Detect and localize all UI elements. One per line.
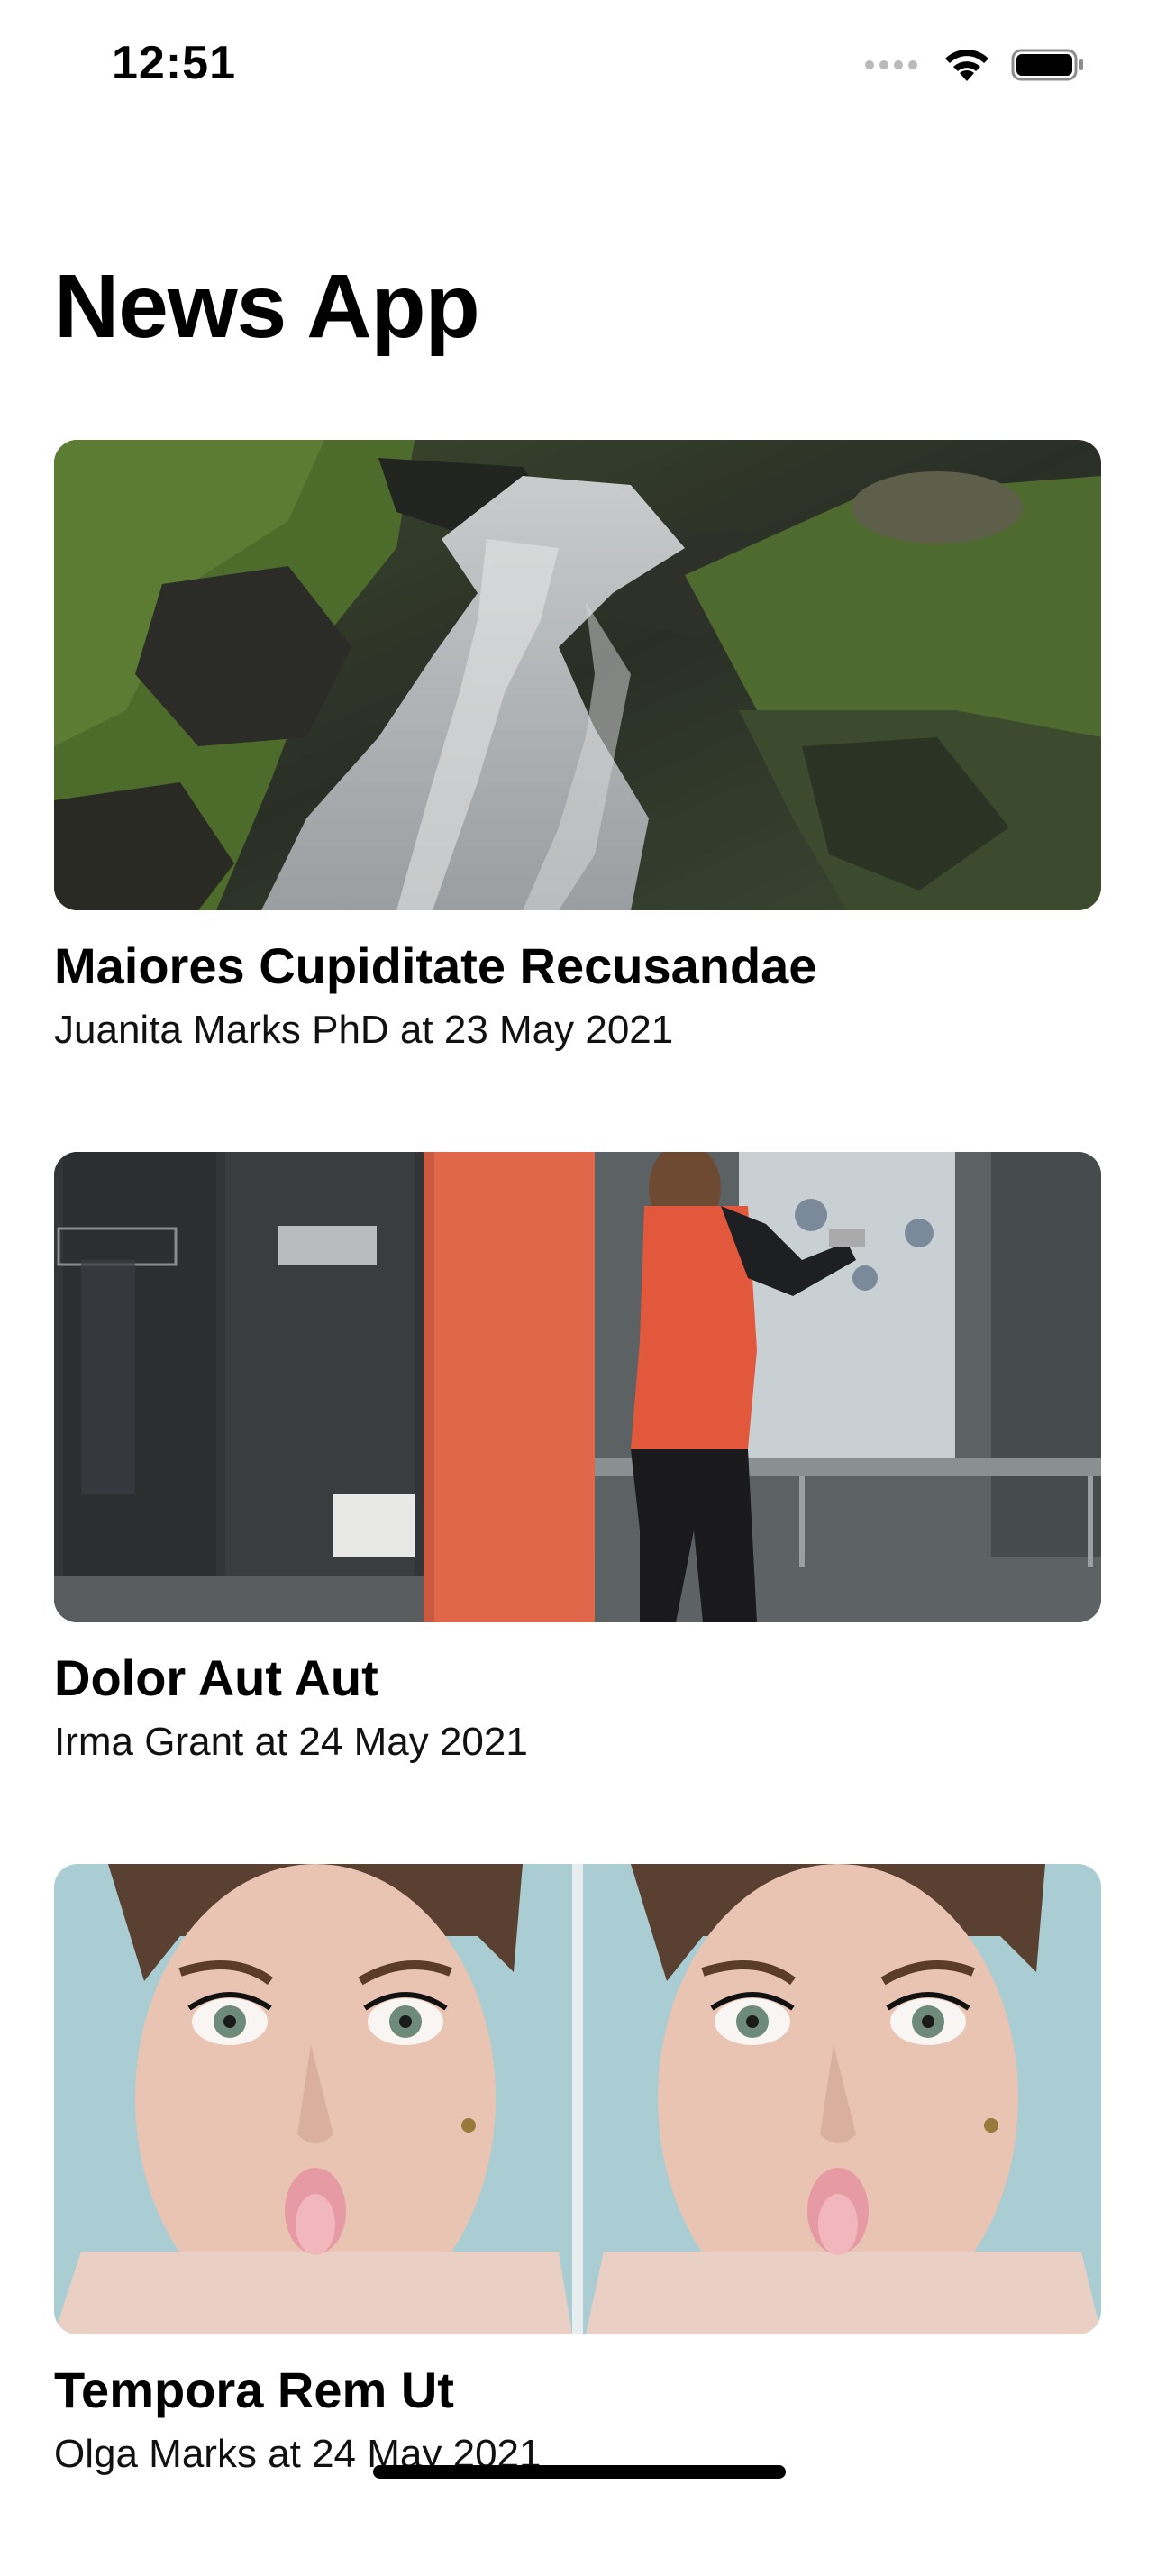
status-time: 12:51 [112, 37, 236, 89]
article-card[interactable]: Dolor Aut Aut Irma Grant at 24 May 2021 [54, 1152, 1101, 1864]
article-title[interactable]: Tempora Rem Ut [54, 2360, 1101, 2420]
home-indicator[interactable] [373, 2465, 786, 2479]
article-card[interactable]: Maiores Cupiditate Recusandae Juanita Ma… [54, 440, 1101, 1152]
article-image[interactable] [54, 1864, 1101, 2334]
cellular-signal-icon [865, 60, 917, 69]
woman-face-photo [54, 1864, 1101, 2334]
article-image[interactable] [54, 1152, 1101, 1622]
article-meta: Irma Grant at 24 May 2021 [54, 1720, 528, 1765]
page-title: News App [54, 256, 480, 357]
status-icons [865, 45, 1085, 85]
wifi-icon [945, 50, 988, 81]
status-bar: 12:51 [0, 0, 1157, 126]
article-title[interactable]: Maiores Cupiditate Recusandae [54, 936, 1101, 996]
article-meta: Juanita Marks PhD at 23 May 2021 [54, 1008, 674, 1053]
waterfall-photo [54, 440, 1101, 910]
article-title[interactable]: Dolor Aut Aut [54, 1648, 1101, 1708]
storefront-woman-photo [54, 1152, 1101, 1622]
news-feed[interactable]: Maiores Cupiditate Recusandae Juanita Ma… [54, 440, 1101, 2576]
battery-icon [1011, 49, 1083, 81]
article-image[interactable] [54, 440, 1101, 910]
